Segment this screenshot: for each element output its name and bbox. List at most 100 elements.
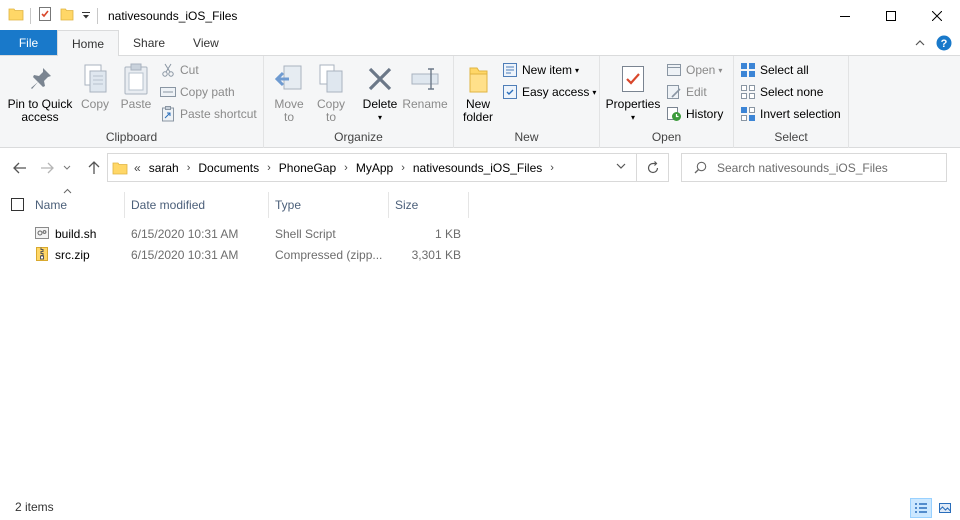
collapse-ribbon-icon[interactable] (914, 37, 926, 52)
up-button[interactable] (84, 158, 104, 178)
column-divider[interactable] (468, 192, 469, 218)
new-folder-quick-icon[interactable] (59, 6, 75, 25)
open-button[interactable]: Open ▾ (666, 60, 722, 80)
ribbon-tabs: File Home Share View ? (0, 30, 960, 56)
properties-button[interactable]: Properties ▾ (604, 62, 662, 124)
address-bar[interactable]: « sarah › Documents › PhoneGap › MyApp ›… (107, 153, 637, 182)
select-none-icon (740, 84, 756, 100)
invert-selection-button[interactable]: Invert selection (740, 104, 841, 124)
properties-quick-icon[interactable] (37, 6, 53, 25)
select-none-button[interactable]: Select none (740, 82, 823, 102)
search-box[interactable] (681, 153, 947, 182)
details-view-icon (915, 503, 927, 513)
file-row[interactable]: src.zip 6/15/2020 10:31 AM Compressed (z… (0, 244, 960, 265)
tab-share[interactable]: Share (119, 30, 179, 55)
new-item-dropdown-icon: ▾ (575, 65, 580, 75)
tab-file[interactable]: File (0, 30, 57, 55)
cut-label: Cut (180, 63, 199, 77)
select-all-checkbox[interactable] (11, 198, 24, 211)
edit-button[interactable]: Edit (666, 82, 707, 102)
window-title: nativesounds_iOS_Files (108, 8, 238, 23)
new-item-button[interactable]: New item ▾ (502, 60, 579, 80)
column-size[interactable]: Size (389, 192, 468, 218)
file-size: 3,301 KB (411, 247, 461, 262)
ribbon-controls: ? (914, 35, 952, 54)
new-folder-button[interactable]: New folder (458, 62, 498, 124)
clipboard-group-label: Clipboard (105, 130, 158, 144)
open-dropdown-icon: ▾ (718, 65, 723, 75)
breadcrumb-overflow[interactable]: « (134, 161, 141, 175)
navigation-bar: « sarah › Documents › PhoneGap › MyApp ›… (0, 152, 960, 183)
breadcrumb-current-folder[interactable]: nativesounds_iOS_Files (413, 161, 542, 175)
svg-text:?: ? (941, 38, 948, 50)
close-button[interactable] (914, 0, 960, 31)
paste-label: Paste (120, 97, 152, 111)
search-input[interactable] (717, 160, 937, 175)
breadcrumb-sarah[interactable]: sarah (149, 161, 179, 175)
breadcrumb-phonegap[interactable]: PhoneGap (279, 161, 336, 175)
select-all-label: Select all (760, 63, 809, 77)
delete-button[interactable]: Delete ▾ (360, 62, 400, 124)
invert-selection-icon (740, 106, 756, 122)
minimize-button[interactable] (822, 0, 868, 31)
column-type[interactable]: Type (269, 192, 388, 218)
easy-access-button[interactable]: Easy access ▾ (502, 82, 596, 102)
file-name[interactable]: src.zip (55, 244, 90, 265)
refresh-button[interactable] (637, 153, 669, 182)
recent-locations-button[interactable] (60, 158, 74, 178)
open-group: Properties ▾ Open ▾ Edit History Open (600, 56, 734, 148)
select-all-button[interactable]: Select all (740, 60, 809, 80)
select-all-icon (740, 62, 756, 78)
open-group-label: Open (651, 130, 682, 144)
maximize-button[interactable] (868, 0, 914, 31)
forward-button[interactable] (37, 158, 57, 178)
column-date-modified[interactable]: Date modified (125, 192, 268, 218)
new-folder-icon (461, 62, 495, 96)
copy-path-label: Copy path (180, 85, 235, 99)
column-name[interactable]: Name (29, 192, 124, 218)
toolbar-divider (30, 7, 31, 24)
move-to-button[interactable]: Move to (270, 62, 308, 124)
file-type: Shell Script (275, 226, 336, 241)
chevron-right-icon[interactable]: › (401, 162, 405, 174)
delete-dropdown-icon[interactable]: ▾ (378, 111, 382, 124)
move-to-label-line2: to (283, 110, 294, 124)
tab-view[interactable]: View (179, 30, 233, 55)
copy-icon (78, 62, 112, 96)
file-date-modified: 6/15/2020 10:31 AM (131, 226, 239, 241)
breadcrumb-documents[interactable]: Documents (198, 161, 259, 175)
history-button[interactable]: History (666, 104, 723, 124)
scissors-icon (160, 62, 176, 78)
item-count: 2 items (15, 500, 54, 514)
copy-path-button[interactable]: Copy path (160, 82, 235, 102)
paste-shortcut-button[interactable]: Paste shortcut (160, 104, 257, 124)
properties-dropdown-icon[interactable]: ▾ (631, 111, 635, 124)
pin-to-quick-access-button[interactable]: Pin to Quick access (4, 62, 76, 124)
file-date-modified: 6/15/2020 10:31 AM (131, 247, 239, 262)
copy-to-label-line2: to (325, 110, 336, 124)
status-bar: 2 items (0, 496, 960, 520)
address-dropdown-icon[interactable] (616, 162, 626, 170)
chevron-right-icon[interactable]: › (344, 162, 348, 174)
breadcrumb-myapp[interactable]: MyApp (356, 161, 393, 175)
chevron-right-icon[interactable]: › (267, 162, 271, 174)
tab-home[interactable]: Home (57, 30, 120, 56)
file-row[interactable]: build.sh 6/15/2020 10:31 AM Shell Script… (0, 223, 960, 244)
details-view-button[interactable] (910, 498, 932, 518)
refresh-icon (647, 160, 658, 173)
clipboard-icon (119, 62, 153, 96)
chevron-right-icon[interactable]: › (187, 162, 191, 174)
copy-to-button[interactable]: Copy to (312, 62, 350, 124)
large-icons-view-button[interactable] (934, 498, 956, 518)
file-name[interactable]: build.sh (55, 223, 96, 244)
copy-button[interactable]: Copy (76, 62, 114, 111)
back-button[interactable] (10, 158, 30, 178)
select-group: Select all Select none Invert selection … (734, 56, 849, 148)
chevron-right-icon[interactable]: › (550, 162, 554, 174)
help-icon[interactable]: ? (936, 35, 952, 54)
paste-button[interactable]: Paste (116, 62, 156, 111)
customize-toolbar-dropdown-icon[interactable] (81, 9, 91, 23)
cut-button[interactable]: Cut (160, 60, 199, 80)
rename-button[interactable]: Rename (402, 62, 448, 111)
copy-label: Copy (80, 97, 109, 111)
